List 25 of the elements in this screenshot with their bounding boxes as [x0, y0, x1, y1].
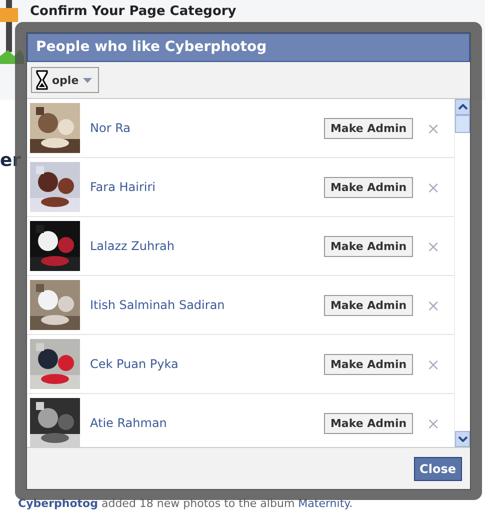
person-name-link[interactable]: Cek Puan Pyka — [90, 357, 324, 371]
make-admin-button[interactable]: Make Admin — [324, 118, 413, 138]
album-link[interactable]: Maternity. — [298, 497, 353, 510]
page-heading: Confirm Your Page Category — [30, 3, 236, 19]
hourglass-cursor-icon — [36, 70, 48, 90]
scroll-up-icon[interactable] — [458, 104, 468, 110]
make-admin-button[interactable]: Make Admin — [324, 412, 413, 434]
person-name-link[interactable]: Nor Ra — [90, 121, 324, 135]
person-name-link[interactable]: Itish Salminah Sadiran — [90, 298, 324, 312]
person-name-link[interactable]: Lalazz Zuhrah — [90, 239, 324, 253]
person-name-link[interactable]: Fara Hairiri — [90, 180, 324, 194]
filter-dropdown[interactable]: ople — [31, 67, 99, 93]
dialog-title: People who like Cyberphotog — [27, 33, 470, 62]
story-text: Cyberphotog added 18 new photos to the album Maternity. — [17, 497, 354, 512]
make-admin-button[interactable]: Make Admin — [324, 354, 413, 374]
make-admin-button[interactable]: Make Admin — [324, 176, 413, 198]
scroll-down-icon[interactable] — [458, 436, 468, 442]
profile-link[interactable]: Cyberphotog — [18, 497, 98, 510]
make-admin-button[interactable]: Make Admin — [324, 294, 413, 316]
scrollbar[interactable] — [454, 99, 470, 447]
make-admin-button[interactable]: Make Admin — [324, 236, 413, 256]
caret-icon — [82, 78, 92, 82]
scroll-thumb[interactable] — [455, 115, 470, 133]
close-button[interactable]: Close — [414, 456, 462, 480]
person-name-link[interactable]: Atie Rahman — [90, 416, 324, 430]
